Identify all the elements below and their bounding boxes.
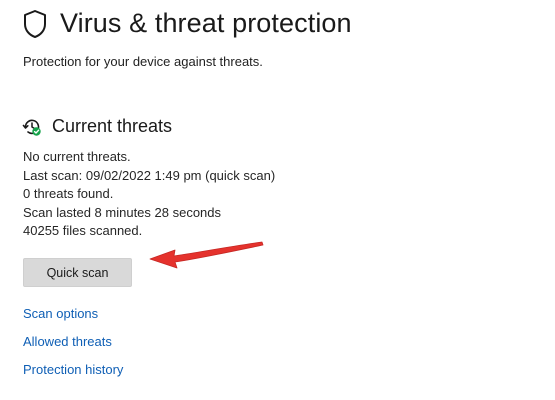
annotation-arrow	[149, 241, 264, 269]
quick-scan-button[interactable]: Quick scan	[23, 258, 132, 287]
page-subtitle: Protection for your device against threa…	[23, 54, 263, 69]
section-title-current-threats: Current threats	[52, 116, 173, 136]
scan-info: No current threats. Last scan: 09/02/202…	[23, 148, 275, 241]
allowed-threats-link[interactable]: Allowed threats	[23, 334, 112, 349]
threats-found-text: 0 threats found.	[23, 186, 114, 202]
scan-duration-text: Scan lasted 8 minutes 28 seconds	[23, 204, 222, 220]
virus-threat-protection-page: Virus & threat protection Protection for…	[0, 0, 555, 400]
threat-status-text: No current threats.	[23, 149, 131, 164]
threat-history-icon	[22, 119, 41, 136]
current-threats-header: Current threats	[22, 116, 172, 137]
last-scan-text: Last scan: 09/02/2022 1:49 pm (quick sca…	[23, 167, 276, 183]
scan-options-link[interactable]: Scan options	[23, 306, 98, 321]
shield-icon	[24, 9, 46, 38]
page-header: Virus & threat protection	[22, 8, 352, 39]
protection-history-link[interactable]: Protection history	[23, 362, 123, 377]
page-title: Virus & threat protection	[60, 8, 352, 38]
